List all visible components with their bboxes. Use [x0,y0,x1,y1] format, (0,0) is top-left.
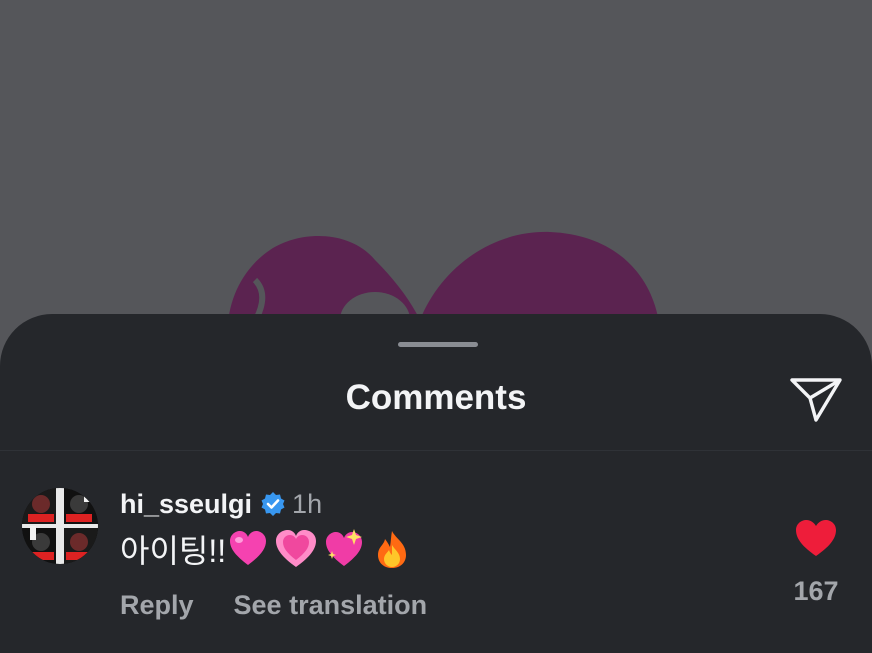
comment-text: 아이팅!! [120,533,227,569]
comment-actions: Reply See translation [120,586,427,624]
comments-sheet: Comments hi_sseulgi 1h 아이팅!! Reply See t… [0,314,872,653]
fire-emoji-icon [378,531,407,568]
verified-badge-icon [261,492,285,516]
paper-plane-icon [790,378,842,422]
see-translation-button[interactable]: See translation [234,590,428,621]
avatar-image [22,488,98,564]
sheet-grabber-handle[interactable] [398,342,478,347]
like-button[interactable] [794,518,838,558]
comment-meta: hi_sseulgi 1h [120,486,322,522]
comment-timestamp: 1h [292,488,323,519]
pink-heart-emoji-icon [230,531,267,565]
growing-heart-emoji-icon [276,530,317,567]
like-count: 167 [793,576,839,606]
heart-icon [796,520,836,556]
header-divider [0,450,872,451]
sheet-title: Comments [345,378,527,417]
comment-username[interactable]: hi_sseulgi [120,489,252,520]
avatar[interactable] [22,488,98,564]
comment-body: 아이팅!! [120,524,412,574]
share-button[interactable] [788,374,844,424]
sparkling-heart-emoji-icon [326,529,363,566]
reply-button[interactable]: Reply [120,590,194,621]
screen: Comments hi_sseulgi 1h 아이팅!! Reply See t… [0,0,872,653]
